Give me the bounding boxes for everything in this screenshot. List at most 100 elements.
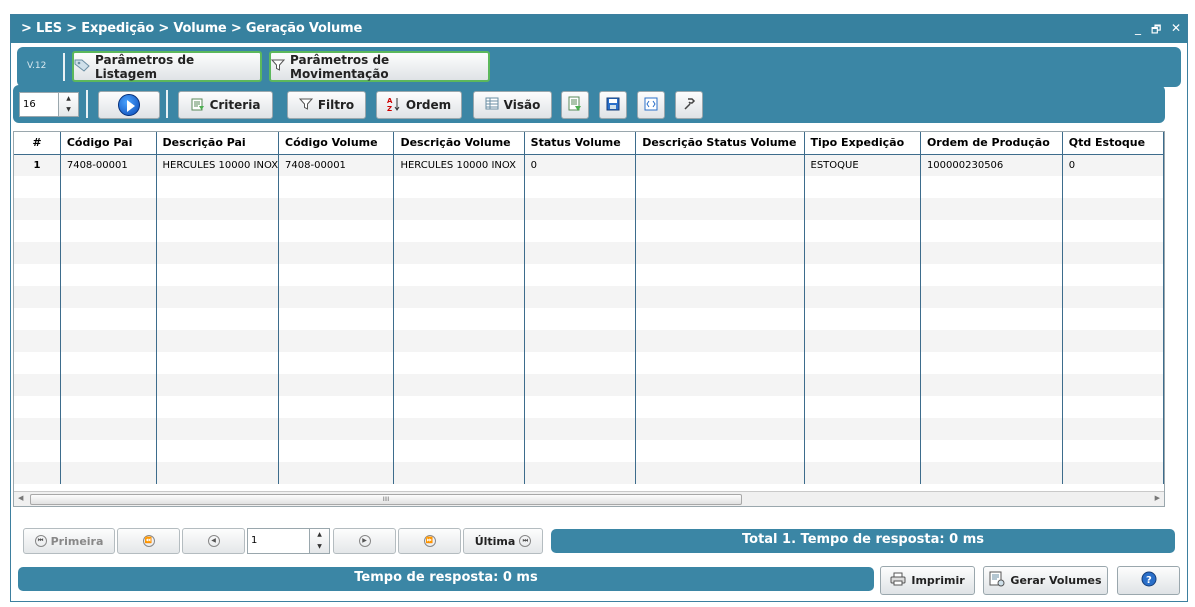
scroll-left-icon[interactable]: ◀ [18, 494, 23, 502]
table-cell-empty [156, 330, 280, 352]
scroll-thumb[interactable]: IIII [30, 494, 742, 505]
page-size-input[interactable] [20, 93, 56, 115]
horizontal-scrollbar[interactable]: ◀ IIII ▶ [14, 491, 1164, 506]
table-cell-empty [14, 286, 61, 308]
table-cell-empty [393, 220, 525, 242]
table-cell-empty [14, 176, 61, 198]
column-header[interactable]: Código Volume [278, 132, 395, 155]
sort-az-icon: AZ [387, 96, 401, 115]
arrow-up-icon[interactable]: ▲ [59, 93, 78, 104]
column-header[interactable]: Ordem de Produção [920, 132, 1063, 155]
table-cell-empty [920, 220, 1063, 242]
table-cell-empty [14, 418, 61, 440]
generate-volumes-button[interactable]: Gerar Volumes [983, 566, 1108, 595]
arrow-up-icon[interactable]: ▲ [310, 529, 329, 541]
listing-params-button[interactable]: Parâmetros de Listagem [72, 51, 262, 82]
table-cell-empty [1062, 176, 1164, 198]
table-cell-empty [920, 330, 1063, 352]
table-cell-empty [524, 396, 637, 418]
page-number-input[interactable] [248, 529, 308, 551]
column-header[interactable]: Código Pai [60, 132, 157, 155]
table-row-empty [14, 374, 1164, 396]
stepper-arrows[interactable]: ▲ ▼ [58, 93, 78, 116]
page-size-stepper[interactable]: ▲ ▼ [19, 92, 79, 117]
prev-block-button[interactable]: ⏪ [117, 528, 180, 554]
first-page-button[interactable]: ⏮ Primeira [23, 528, 115, 554]
header-row: # Código Pai Descrição Pai Código Volume… [14, 132, 1164, 155]
close-button[interactable]: ✕ [1171, 21, 1181, 35]
column-header[interactable]: # [14, 132, 61, 155]
table-cell-empty [804, 242, 921, 264]
table-cell-empty [156, 286, 280, 308]
export-button[interactable] [561, 91, 589, 119]
filter-label: Filtro [317, 98, 355, 112]
table-cell-empty [156, 308, 280, 330]
printer-icon [890, 572, 906, 589]
stepper-arrows[interactable]: ▲ ▼ [309, 529, 329, 553]
table-cell-empty [635, 198, 805, 220]
minimize-button[interactable]: _ [1135, 21, 1141, 35]
table-row-empty [14, 220, 1164, 242]
next-page-button[interactable]: ▶ [333, 528, 396, 554]
page-number-stepper[interactable]: ▲ ▼ [247, 528, 330, 554]
table-cell-empty [920, 242, 1063, 264]
table-cell-empty [14, 462, 61, 484]
response-time-bar: Tempo de resposta: 0 ms [18, 567, 874, 591]
arrow-down-icon[interactable]: ▼ [59, 104, 78, 115]
table-cell-empty [804, 198, 921, 220]
table-cell-empty [60, 286, 157, 308]
column-header[interactable]: Status Volume [524, 132, 637, 155]
table-row[interactable]: 1 7408-00001 HERCULES 10000 INOX 7408-00… [14, 154, 1164, 176]
column-header[interactable]: Descrição Volume [393, 132, 525, 155]
table-cell-empty [60, 374, 157, 396]
table-cell-empty [393, 286, 525, 308]
svg-text:?: ? [1146, 575, 1152, 586]
movement-params-button[interactable]: Parâmetros de Movimentação [269, 51, 490, 82]
table-cell-empty [524, 198, 637, 220]
table-cell-empty [524, 308, 637, 330]
arrow-down-icon[interactable]: ▼ [310, 541, 329, 553]
save-button[interactable] [599, 91, 627, 119]
column-header[interactable]: Descrição Status Volume [635, 132, 805, 155]
generate-icon [989, 571, 1005, 590]
table-cell-empty [524, 286, 637, 308]
scroll-right-icon[interactable]: ▶ [1155, 494, 1160, 502]
table-cell-empty [524, 374, 637, 396]
table-cell: HERCULES 10000 INOX [156, 154, 280, 176]
restore-button[interactable]: 🗗 [1151, 21, 1161, 40]
table-cell: HERCULES 10000 INOX [393, 154, 525, 176]
table-row-empty [14, 242, 1164, 264]
filter-button[interactable]: Filtro [287, 91, 366, 119]
table-view-icon [485, 97, 499, 113]
view-button[interactable]: Visão [473, 91, 552, 119]
run-button[interactable] [98, 91, 160, 119]
criteria-button[interactable]: Criteria [178, 91, 273, 119]
help-button[interactable]: ? [1117, 566, 1180, 595]
order-button[interactable]: AZ Ordem [376, 91, 462, 119]
table-cell: 7408-00001 [278, 154, 395, 176]
table-cell-empty [156, 352, 280, 374]
code-button[interactable] [637, 91, 665, 119]
column-header[interactable]: Qtd Estoque [1062, 132, 1164, 155]
table-cell-empty [635, 220, 805, 242]
table-cell-empty [14, 198, 61, 220]
previous-icon: ◀ [207, 535, 220, 547]
print-button[interactable]: Imprimir [880, 566, 975, 595]
table-cell-empty [804, 330, 921, 352]
table-cell-empty [1062, 286, 1164, 308]
settings-button[interactable] [675, 91, 703, 119]
table-cell [635, 154, 805, 176]
table-cell-empty [920, 352, 1063, 374]
column-header[interactable]: Tipo Expedição [804, 132, 921, 155]
table-cell-empty [1062, 308, 1164, 330]
prev-page-button[interactable]: ◀ [182, 528, 245, 554]
table-cell-empty [156, 220, 280, 242]
table-row-empty [14, 264, 1164, 286]
table-cell: 0 [1062, 154, 1164, 176]
next-block-button[interactable]: ⏩ [398, 528, 461, 554]
column-header[interactable]: Descrição Pai [156, 132, 280, 155]
table-cell-empty [393, 308, 525, 330]
table-cell-empty [635, 264, 805, 286]
last-page-button[interactable]: Última ⏭ [463, 528, 543, 554]
table-cell-empty [635, 396, 805, 418]
